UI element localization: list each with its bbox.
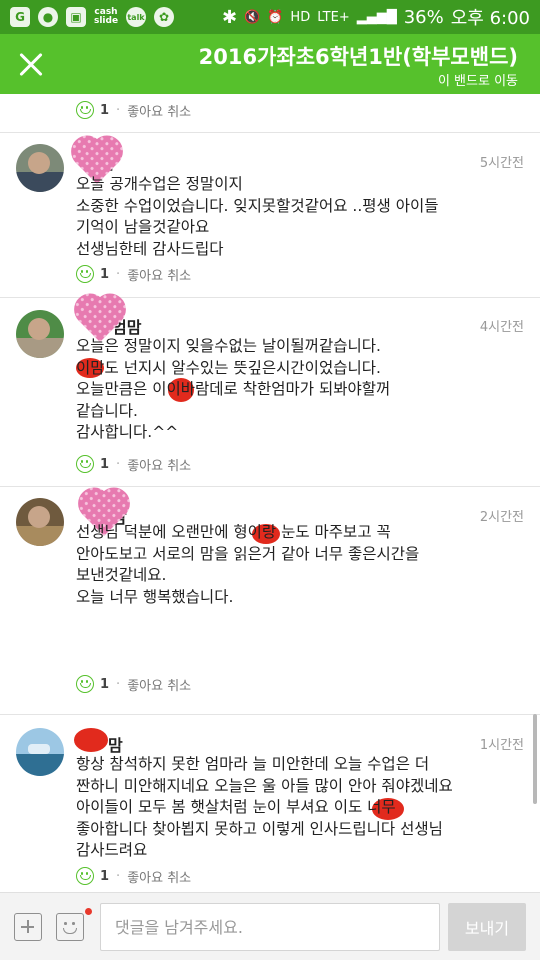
smile-icon[interactable]: [76, 265, 94, 283]
comment-line: 선생님 덕분에 오랜만에 형이랑 눈도 마주보고 꼭: [76, 523, 391, 541]
comment-author[interactable]: 맘: [108, 732, 123, 756]
comment-line: 같습니다.: [76, 401, 138, 420]
sticker-icon[interactable]: [56, 913, 84, 941]
smile-icon[interactable]: [76, 455, 94, 473]
comment-item: 맘 5시간전 오늘 공개수업은 정말이지 소중한 수업이었습니다. 잊지못할것같…: [0, 144, 540, 296]
comment-line: 안아도보고 서로의 맘을 읽은거 같아 너무 좋은시간을: [76, 544, 420, 563]
kakaotalk-icon: talk: [126, 7, 146, 27]
comment-actions: 1 · 좋아요 취소: [76, 674, 191, 694]
comment-actions: 1 · 좋아요 취소: [76, 866, 191, 886]
divider: [0, 714, 540, 715]
like-cancel-button[interactable]: 좋아요 취소: [127, 455, 191, 474]
status-system-icons: ✱ 🔇 ⏰ HD LTE+ ▂▄▆█ 36% 오후 6:00: [222, 4, 530, 30]
separator-dot: ·: [116, 456, 121, 472]
comment-line: 소중한 수업이었습니다. 잊지못할것같어요 ..평생 아이들: [76, 196, 439, 215]
separator-dot: ·: [116, 868, 121, 884]
signal-icon: ▂▄▆█: [356, 9, 397, 25]
comment-time: 4시간전: [479, 320, 524, 335]
gallery-icon: ▣: [66, 7, 86, 27]
comment-actions: 1 · 좋아요 취소: [76, 454, 191, 474]
mute-icon: 🔇: [244, 9, 261, 25]
comment-line: 아이들이 모두 봄 햇살처럼 눈이 부셔요 이도 너무: [76, 798, 396, 816]
smile-icon[interactable]: [76, 101, 94, 119]
comment-line: 오늘은 정말이지 잊을수없는 날이될꺼같습니다.: [76, 337, 381, 355]
comment-line: 짠하니 미안해지네요 오늘은 울 아들 많이 안아 줘야겠네요: [76, 776, 453, 795]
comment-body: 선생님 덕분에 오랜만에 형이랑 눈도 마주보고 꼭 안아도보고 서로의 맘을 …: [76, 522, 516, 608]
separator-dot: ·: [116, 266, 121, 282]
comment-line: 감사합니다.^^: [76, 423, 179, 441]
comment-body: 항상 참석하지 못한 엄마라 늘 미안한데 오늘 수업은 더 짠하니 미안해지네…: [76, 754, 516, 862]
scrollbar[interactable]: [533, 714, 537, 804]
divider: [0, 132, 540, 133]
new-badge-dot: [85, 908, 92, 915]
status-notification-icons: G ● ▣ cash slide talk ✿: [10, 7, 174, 27]
comment-input[interactable]: [100, 903, 440, 951]
avatar[interactable]: [16, 498, 64, 546]
comment-line: 항상 참석하지 못한 엄마라 늘 미안한데 오늘 수업은 더: [76, 755, 430, 773]
network-type: LTE+: [317, 9, 350, 25]
send-button[interactable]: 보내기: [448, 903, 526, 951]
comment-line: 감사드려요: [76, 841, 148, 859]
app-header: 2016가좌초6학년1반(학부모밴드) 이 밴드로 이동: [0, 34, 540, 94]
hd-icon: HD: [290, 9, 311, 25]
battery-level: 36%: [403, 6, 444, 28]
comment-actions: 1 · 좋아요 취소: [76, 100, 191, 120]
comment-time: 5시간전: [479, 156, 524, 171]
close-icon[interactable]: [14, 47, 48, 81]
comment-input-bar: 보내기: [0, 892, 540, 960]
go-to-band-link[interactable]: 이 밴드로 이동: [438, 70, 518, 89]
like-count: 1: [100, 456, 110, 472]
comment-item: 맘 2시간전 선생님 덕분에 오랜만에 형이랑 눈도 마주보고 꼭 안아도보고 …: [0, 498, 540, 698]
smile-icon[interactable]: [76, 675, 94, 693]
avatar[interactable]: [16, 144, 64, 192]
app-icon: ●: [38, 7, 58, 27]
divider: [0, 486, 540, 487]
comment-feed[interactable]: 1 · 좋아요 취소 맘 5시간전 오늘 공개수업은 정말이지 소중한 수업이었…: [0, 94, 540, 892]
like-cancel-button[interactable]: 좋아요 취소: [127, 867, 191, 886]
clock: 오후 6:00: [450, 8, 530, 29]
like-count: 1: [100, 868, 110, 884]
flower-icon: ✿: [154, 7, 174, 27]
redaction-mark: [74, 728, 108, 752]
avatar[interactable]: [16, 728, 64, 776]
comment-line: 오늘 공개수업은 정말이지: [76, 175, 243, 193]
comment-item: 엄맘 4시간전 오늘은 정말이지 잊을수없는 날이될꺼같습니다. 이맘도 넌지시…: [0, 308, 540, 484]
comment-line: 오늘 너무 행복했습니다.: [76, 587, 234, 606]
comment-line: 선생님한테 감사드립다: [76, 239, 224, 258]
like-count: 1: [100, 102, 110, 118]
comment-body: 오늘은 정말이지 잊을수없는 날이될꺼같습니다. 이맘도 넌지시 알수있는 뜻깊…: [76, 336, 516, 444]
like-cancel-button[interactable]: 좋아요 취소: [127, 101, 191, 120]
privacy-heart-mark: [74, 490, 126, 522]
google-icon: G: [10, 7, 30, 27]
like-count: 1: [100, 266, 110, 282]
comment-body: 오늘 공개수업은 정말이지 소중한 수업이었습니다. 잊지못할것같어요 ..평생…: [76, 174, 516, 260]
avatar[interactable]: [16, 310, 64, 358]
comment-time: 1시간전: [479, 738, 524, 753]
like-count: 1: [100, 676, 110, 692]
separator-dot: ·: [116, 676, 121, 692]
comment-item: 맘 1시간전 항상 참석하지 못한 엄마라 늘 미안한데 오늘 수업은 더 짠하…: [0, 726, 540, 892]
band-title[interactable]: 2016가좌초6학년1반(학부모밴드): [199, 41, 518, 71]
bluetooth-icon: ✱: [221, 6, 238, 28]
plus-icon[interactable]: [14, 913, 42, 941]
cash-slide-icon: cash slide: [93, 7, 119, 26]
comment-line: 좋아합니다 찾아뵙지 못하고 이렇게 인사드립니다 선생님: [76, 819, 443, 838]
like-cancel-button[interactable]: 좋아요 취소: [127, 675, 191, 694]
comment-actions: 1 · 좋아요 취소: [76, 264, 191, 284]
alarm-icon: ⏰: [267, 9, 284, 25]
comment-line: 오늘만큼은 이이바람데로 착한엄마가 되봐야할꺼: [76, 380, 391, 398]
status-bar: G ● ▣ cash slide talk ✿ ✱ 🔇 ⏰ HD LTE+ ▂▄…: [0, 0, 540, 34]
comment-line: 기억이 남을것같아요: [76, 218, 210, 236]
comment-line: 이맘도 넌지시 알수있는 뜻깊은시간이었습니다.: [76, 358, 381, 377]
comment-line: 보낸것같네요.: [76, 566, 167, 584]
smile-icon[interactable]: [76, 867, 94, 885]
like-cancel-button[interactable]: 좋아요 취소: [127, 265, 191, 284]
separator-dot: ·: [116, 102, 121, 118]
